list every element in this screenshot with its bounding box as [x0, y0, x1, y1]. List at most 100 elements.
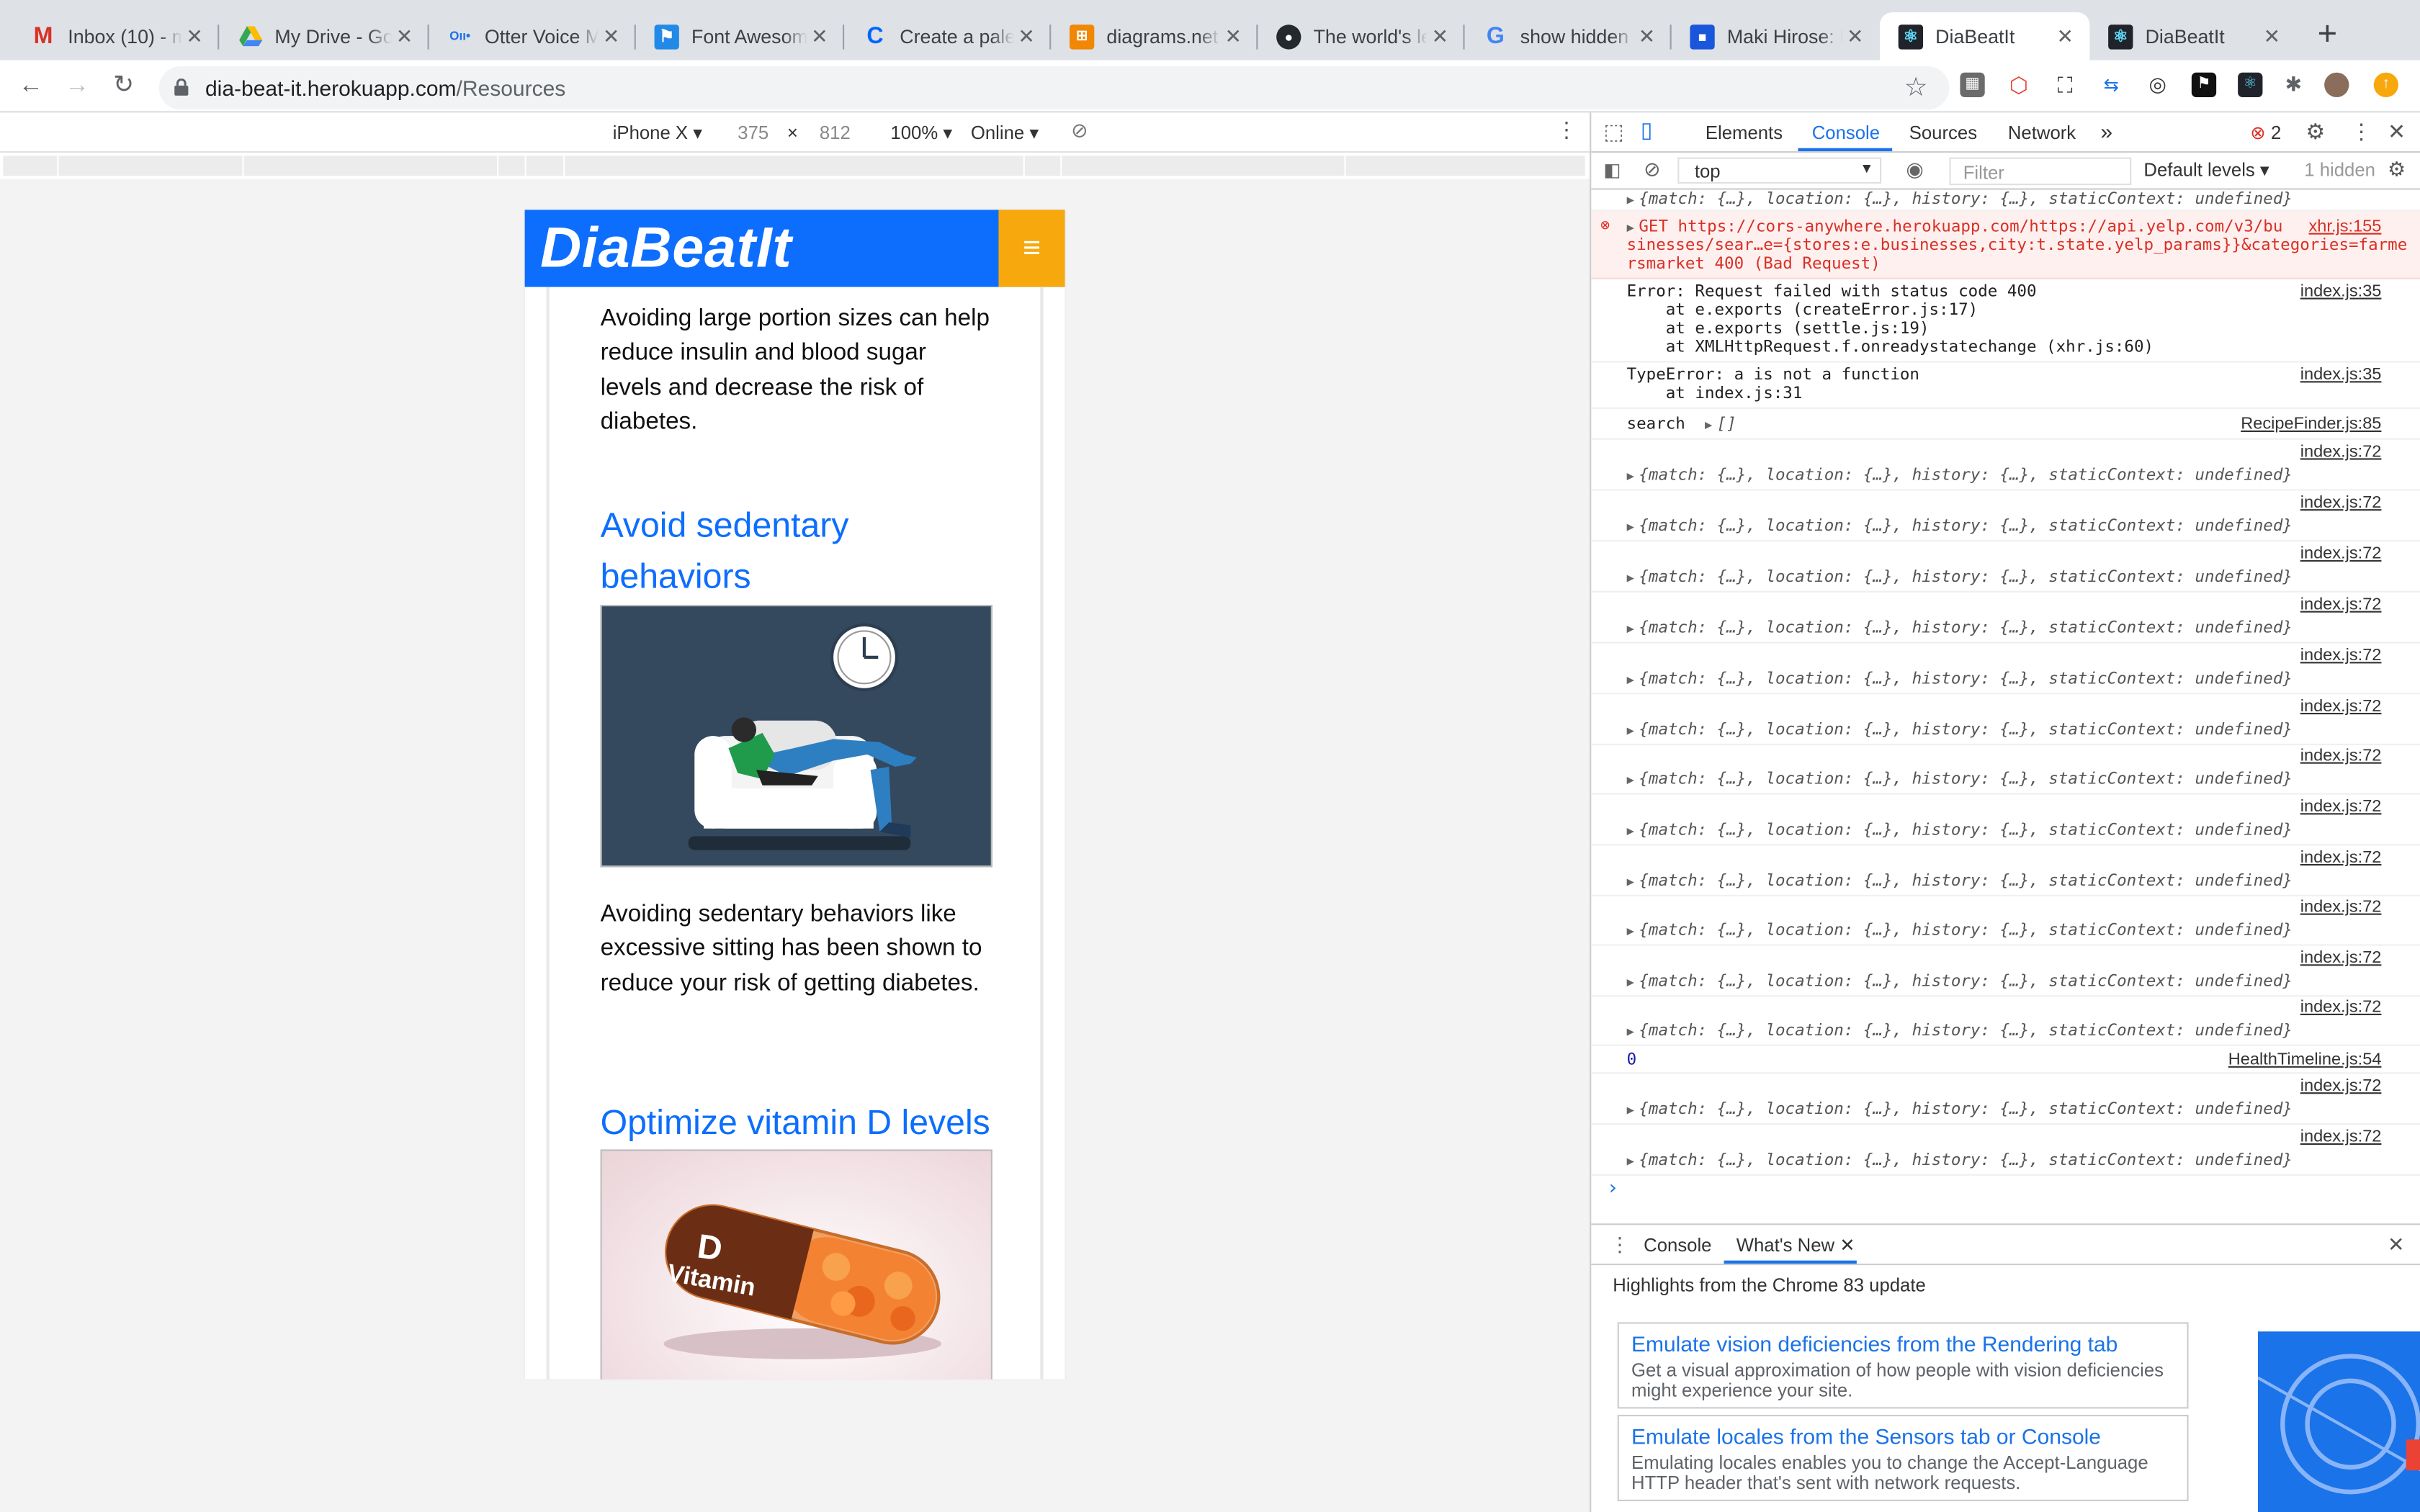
console-entry[interactable]: index.js:72 ▶ {match: {…}, location: {…}, … [1591, 744, 2420, 795]
source-link[interactable]: index.js:72 [2300, 898, 2382, 917]
close-icon[interactable]: ✕ [807, 24, 832, 48]
devtools-menu-icon[interactable]: ⋮ [2351, 119, 2372, 145]
source-link[interactable]: index.js:72 [2300, 443, 2382, 462]
extension-icon[interactable]: ▦ [1960, 72, 1985, 97]
tab-network[interactable]: Network [2008, 122, 2076, 143]
close-icon[interactable]: ✕ [392, 24, 416, 48]
console-settings-icon[interactable]: ⚙ [2388, 158, 2406, 182]
console-prompt[interactable]: › [1607, 1177, 1619, 1200]
console-entry[interactable]: index.js:72 ▶ {match: {…}, location: {…}, … [1591, 490, 2420, 542]
source-link[interactable]: index.js:72 [2300, 647, 2382, 665]
source-link[interactable]: index.js:72 [2300, 949, 2382, 968]
feature-title[interactable]: Emulate vision deficiencies from the Ren… [1631, 1331, 2174, 1356]
tab-console[interactable]: Console [1812, 122, 1880, 143]
tab-fontawesome[interactable]: ⚑ Font Awesome ✕ [636, 12, 845, 60]
screenshot-extension-icon[interactable]: ⛶ [2053, 72, 2078, 97]
forward-button[interactable]: → [58, 69, 95, 103]
log-levels-select[interactable]: Default levels ▾ [2143, 159, 2269, 181]
tab-diabeatit[interactable]: ⚛ DiaBeatIt ✕ [2089, 12, 2296, 60]
address-bar[interactable]: dia-beat-it.herokuapp.com/Resources ☆ [158, 66, 1950, 110]
source-link[interactable]: index.js:72 [2300, 1077, 2382, 1096]
close-icon[interactable]: ✕ [1634, 24, 1659, 48]
settings-gear-icon[interactable]: ⚙ [2305, 119, 2325, 145]
console-entry[interactable]: 0 HealthTimeline.js:54 [1591, 1046, 2420, 1074]
new-tab-button[interactable]: + [2309, 14, 2346, 52]
close-icon[interactable]: ✕ [1839, 1234, 1855, 1256]
console-entry[interactable]: search ▶[] RecipeFinder.js:85 [1591, 409, 2420, 440]
feature-card[interactable]: Emulate locales from the Sensors tab or … [1617, 1414, 2189, 1501]
circle-extension-icon[interactable]: ◎ [2145, 72, 2170, 97]
context-select[interactable]: top ▼ [1677, 157, 1882, 184]
console-entry[interactable]: index.js:72 ▶ {match: {…}, location: {…}, … [1591, 694, 2420, 745]
tab-otter[interactable]: Oıı• Otter Voice M ✕ [429, 12, 636, 60]
console-entry[interactable]: index.js:72 ▶ {match: {…}, location: {…}, … [1591, 995, 2420, 1046]
feature-title[interactable]: Emulate locales from the Sensors tab or … [1631, 1424, 2174, 1449]
clear-console-icon[interactable]: ⊘ [1644, 158, 1660, 182]
back-button[interactable]: ← [12, 69, 49, 103]
tab-coolors[interactable]: C Create a palet ✕ [844, 12, 1052, 60]
tab-gmail[interactable]: M Inbox (10) - m ✕ [12, 12, 220, 60]
console-entry[interactable]: index.js:72 ▶ {match: {…}, location: {…}, … [1591, 593, 2420, 644]
close-icon[interactable]: ✕ [2053, 24, 2077, 48]
close-devtools-icon[interactable]: ✕ [2388, 119, 2406, 145]
source-link[interactable]: index.js:35 [2300, 282, 2382, 301]
drawer-menu-icon[interactable]: ⋮ [1610, 1233, 1630, 1257]
source-link[interactable]: index.js:72 [2300, 1128, 2382, 1146]
console-entry[interactable]: index.js:72 ▶ {match: {…}, location: {…}, … [1591, 795, 2420, 846]
more-options-icon[interactable]: ⋮ [1556, 117, 1577, 143]
console-entry[interactable]: index.js:72 ▶ {match: {…}, location: {…},… [1591, 1125, 2420, 1176]
close-icon[interactable]: ✕ [1014, 24, 1039, 48]
console-entry[interactable]: TypeError: a is not a function at index.… [1591, 363, 2420, 409]
console-error-entry[interactable]: ⊗ ▶ GET https://cors-anywhere.herokuapp.c… [1591, 211, 2420, 279]
console-entry[interactable]: index.js:72 ▶ {match: {…}, location: {…}, … [1591, 440, 2420, 491]
source-link[interactable]: index.js:72 [2300, 698, 2382, 716]
source-link[interactable]: index.js:35 [2300, 366, 2382, 384]
drawer-tab-console[interactable]: Console [1644, 1234, 1711, 1256]
console-entry[interactable]: index.js:72 ▶ {match: {…}, location: {…}, … [1591, 845, 2420, 896]
source-link[interactable]: index.js:72 [2300, 798, 2382, 816]
console-entry[interactable]: index.js:72 ▶ {match: {…}, location: {…}, … [1591, 644, 2420, 695]
puzzle-icon[interactable]: ✱ [2281, 72, 2306, 97]
sidebar-toggle-icon[interactable]: ◧ [1603, 159, 1621, 181]
eye-icon[interactable]: ◉ [1906, 158, 1923, 182]
source-link[interactable]: index.js:72 [2300, 494, 2382, 513]
source-link[interactable]: index.js:72 [2300, 595, 2382, 614]
extension-badge-icon[interactable]: ⬡ [2006, 72, 2031, 97]
tab-github[interactable]: ● The world's le ✕ [1258, 12, 1465, 60]
tab-diabeatit-active[interactable]: ⚛ DiaBeatIt ✕ [1880, 12, 2090, 60]
source-link[interactable]: index.js:72 [2300, 544, 2382, 563]
feature-card[interactable]: Emulate vision deficiencies from the Ren… [1617, 1322, 2189, 1409]
source-link[interactable]: RecipeFinder.js:85 [2241, 415, 2381, 433]
close-icon[interactable]: ✕ [599, 24, 623, 48]
console-entry[interactable]: Error: Request failed with status code 4… [1591, 279, 2420, 363]
close-icon[interactable]: ✕ [2259, 24, 2284, 48]
device-height[interactable]: 812 [820, 122, 851, 143]
source-link[interactable]: xhr.js:155 [2309, 217, 2382, 236]
source-link[interactable]: index.js:72 [2300, 747, 2382, 765]
close-icon[interactable]: ✕ [1843, 24, 1868, 48]
tab-elements[interactable]: Elements [1706, 122, 1783, 143]
media-query-bar[interactable] [0, 153, 1590, 179]
app-brand[interactable]: DiaBeatIt [540, 216, 792, 281]
device-select[interactable]: iPhone X ▾ [613, 122, 702, 143]
hamburger-menu-button[interactable]: ≡ [998, 210, 1065, 287]
console-entry[interactable]: index.js:72 ▶ {match: {…}, location: {…}, … [1591, 946, 2420, 997]
network-select[interactable]: Online ▾ [971, 122, 1039, 143]
flag-extension-icon[interactable]: ⚑ [2191, 72, 2217, 97]
tab-diagrams[interactable]: ⊞ diagrams.net ✕ [1051, 12, 1258, 60]
device-width[interactable]: 375 [738, 122, 768, 143]
console-entry[interactable]: index.js:72 ▶ {match: {…}, location: {…},… [1591, 1074, 2420, 1125]
react-devtools-icon[interactable]: ⚛ [2238, 72, 2263, 97]
source-link[interactable]: HealthTimeline.js:54 [2228, 1050, 2382, 1069]
source-link[interactable]: index.js:72 [2300, 998, 2382, 1017]
console-filter-input[interactable]: Filter [1949, 157, 2132, 186]
more-tabs-icon[interactable]: » [2100, 119, 2112, 143]
drawer-tab-whats-new[interactable]: What's New ✕ [1736, 1234, 1855, 1256]
error-count-icon[interactable]: ⊗ 2 [2250, 122, 2281, 143]
close-icon[interactable]: ✕ [1428, 24, 1452, 48]
tab-drive[interactable]: My Drive - Go ✕ [219, 12, 429, 60]
source-link[interactable]: index.js:72 [2300, 849, 2382, 868]
zoom-select[interactable]: 100% ▾ [890, 122, 952, 143]
rotate-icon[interactable]: ⊘ [1071, 119, 1088, 143]
console-entry[interactable]: index.js:72 ▶ {match: {…}, location: {…}, … [1591, 895, 2420, 946]
